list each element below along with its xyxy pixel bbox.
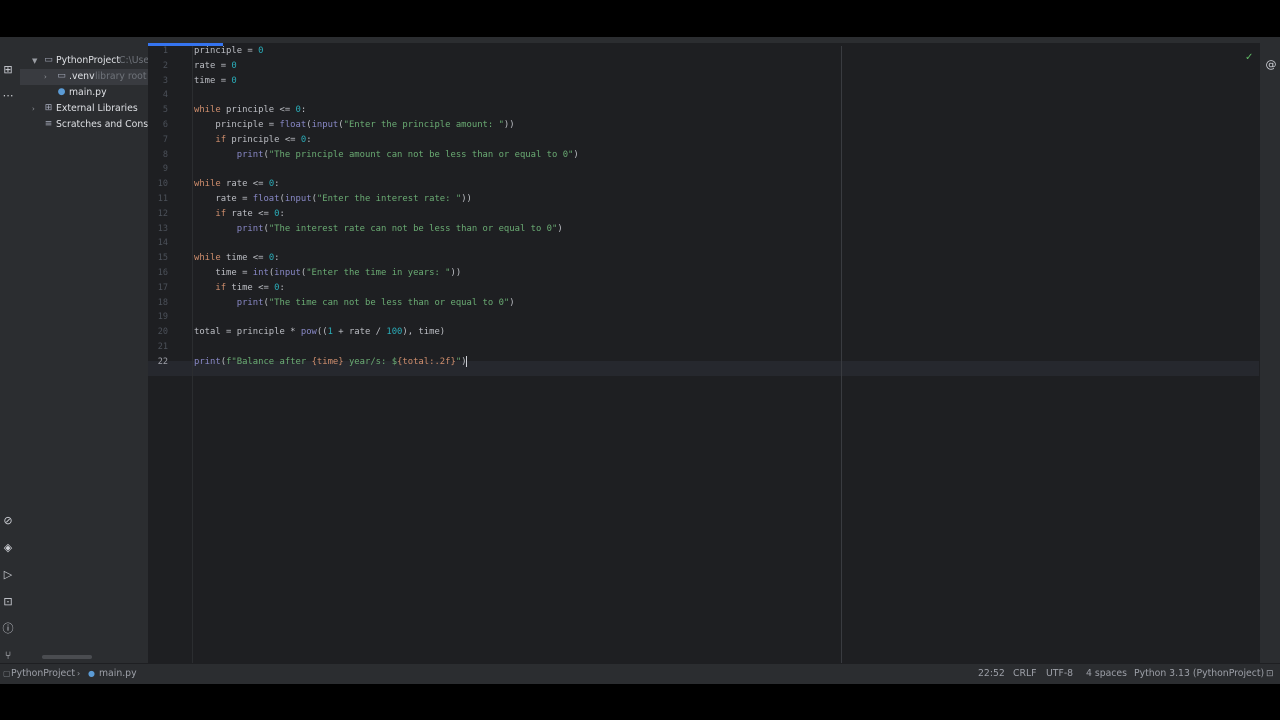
line-number[interactable]: 15 (148, 251, 168, 266)
folder-icon: ▭ (44, 55, 53, 65)
git-icon[interactable]: ⑂ (1, 649, 15, 663)
left-tool-strip: ⊞ ⋯ ⊘ ◈ ▷ ⊡ ⓘ ⑂ (0, 43, 20, 663)
line-number[interactable]: 14 (148, 236, 168, 251)
file-encoding[interactable]: UTF-8 (1046, 664, 1073, 684)
root-path: C:\Use (119, 55, 149, 66)
python-interpreter[interactable]: Python 3.13 (PythonProject) (1134, 664, 1264, 684)
line-number[interactable]: 16 (148, 266, 168, 281)
layers-icon[interactable]: ◈ (1, 541, 15, 555)
library-icon: ⊞ (44, 103, 53, 113)
tree-item-main-py[interactable]: ● main.py (20, 85, 148, 101)
code-editor[interactable]: 1 2 3 4 5 6 7 8 9 10 11 12 13 14 15 16 17 18 19 20 21 22 prin… (148, 43, 1259, 663)
tree-item-scratches[interactable]: ≡ Scratches and Consol (20, 117, 148, 133)
line-number[interactable]: 19 (148, 310, 168, 325)
tree-item-venv[interactable]: › ▭ .venv library root (20, 69, 148, 85)
line-number[interactable]: 22 (148, 355, 168, 370)
tree-root[interactable]: ▼ ▭ PythonProject C:\Use (20, 53, 148, 69)
code-line[interactable]: time = 0 (194, 74, 237, 89)
horizontal-scrollbar[interactable] (42, 655, 92, 659)
right-tool-strip: @ (1260, 43, 1280, 663)
line-number[interactable]: 2 (148, 59, 168, 74)
line-number[interactable]: 8 (148, 148, 168, 163)
line-number[interactable]: 11 (148, 192, 168, 207)
code-line[interactable]: rate = float(input("Enter the interest r… (194, 192, 472, 207)
line-number[interactable]: 4 (148, 88, 168, 103)
line-number[interactable]: 3 (148, 74, 168, 89)
code-line[interactable]: while time <= 0: (194, 251, 280, 266)
lock-icon[interactable]: ⊡ (1266, 664, 1274, 684)
problems-icon[interactable]: ⓘ (1, 622, 15, 636)
venv-label: .venv (69, 71, 95, 82)
code-line[interactable]: if time <= 0: (194, 281, 284, 296)
code-line[interactable]: print("The principle amount can not be l… (194, 148, 579, 163)
python-console-icon[interactable]: ⊘ (1, 514, 15, 528)
main-py-label: main.py (69, 87, 107, 98)
code-line[interactable]: print("The interest rate can not be less… (194, 222, 563, 237)
line-number[interactable]: 10 (148, 177, 168, 192)
indent-setting[interactable]: 4 spaces (1086, 664, 1127, 684)
breadcrumb-project[interactable]: PythonProject (11, 664, 75, 684)
line-number[interactable]: 5 (148, 103, 168, 118)
code-line[interactable]: while rate <= 0: (194, 177, 280, 192)
scratches-icon: ≡ (44, 119, 53, 129)
code-line[interactable]: principle = 0 (194, 44, 263, 59)
line-number[interactable]: 9 (148, 162, 168, 177)
chevron-right-icon[interactable]: › (32, 101, 40, 117)
code-line[interactable]: total = principle * pow((1 + rate / 100)… (194, 325, 445, 340)
structure-icon[interactable]: ⊞ (1, 63, 15, 77)
code-line[interactable]: if principle <= 0: (194, 133, 311, 148)
ai-assistant-icon[interactable]: @ (1264, 58, 1278, 72)
line-number[interactable]: 1 (148, 44, 168, 59)
folder-icon: ▭ (57, 71, 66, 81)
code-line[interactable]: time = int(input("Enter the time in year… (194, 266, 461, 281)
code-line[interactable]: print(f"Balance after {time} year/s: ${t… (194, 355, 467, 370)
gutter-divider (192, 46, 193, 663)
chevron-right-icon[interactable]: › (44, 69, 52, 85)
more-tools-icon[interactable]: ⋯ (1, 89, 15, 103)
line-number[interactable]: 7 (148, 133, 168, 148)
code-line[interactable]: if rate <= 0: (194, 207, 284, 222)
line-number[interactable]: 18 (148, 296, 168, 311)
breadcrumb-file[interactable]: main.py (99, 664, 137, 684)
chevron-right-icon: › (77, 669, 81, 678)
caret-position[interactable]: 22:52 (978, 664, 1005, 684)
line-ending[interactable]: CRLF (1013, 664, 1036, 684)
check-icon[interactable]: ✓ (1245, 52, 1253, 63)
status-bar: ▢ PythonProject › ● main.py 22:52 CRLF U… (0, 663, 1280, 684)
code-line[interactable]: print("The time can not be less than or … (194, 296, 515, 311)
text-caret (465, 355, 467, 367)
code-line[interactable]: while principle <= 0: (194, 103, 306, 118)
terminal-icon[interactable]: ⊡ (1, 595, 15, 609)
project-icon: ▢ (3, 669, 11, 678)
line-number[interactable]: 12 (148, 207, 168, 222)
scratches-label: Scratches and Consol (56, 119, 149, 130)
python-file-icon: ● (88, 669, 95, 678)
code-line[interactable]: principle = float(input("Enter the princ… (194, 118, 514, 133)
line-number[interactable]: 13 (148, 222, 168, 237)
line-number[interactable]: 6 (148, 118, 168, 133)
line-number[interactable]: 21 (148, 340, 168, 355)
ide-window: ⊞ ⋯ ⊘ ◈ ▷ ⊡ ⓘ ⑂ ▼ ▭ PythonProject C:\Use… (0, 37, 1280, 684)
project-panel: ▼ ▭ PythonProject C:\Use › ▭ .venv libra… (20, 43, 149, 663)
right-margin-guide (841, 46, 842, 663)
root-name: PythonProject (56, 55, 121, 66)
run-icon[interactable]: ▷ (1, 568, 15, 582)
chevron-down-icon[interactable]: ▼ (32, 53, 40, 69)
venv-hint: library root (95, 71, 147, 82)
external-libraries-label: External Libraries (56, 103, 138, 114)
tree-item-external-libraries[interactable]: › ⊞ External Libraries (20, 101, 148, 117)
python-file-icon: ● (57, 87, 66, 97)
line-number[interactable]: 20 (148, 325, 168, 340)
line-number[interactable]: 17 (148, 281, 168, 296)
code-line[interactable]: rate = 0 (194, 59, 237, 74)
